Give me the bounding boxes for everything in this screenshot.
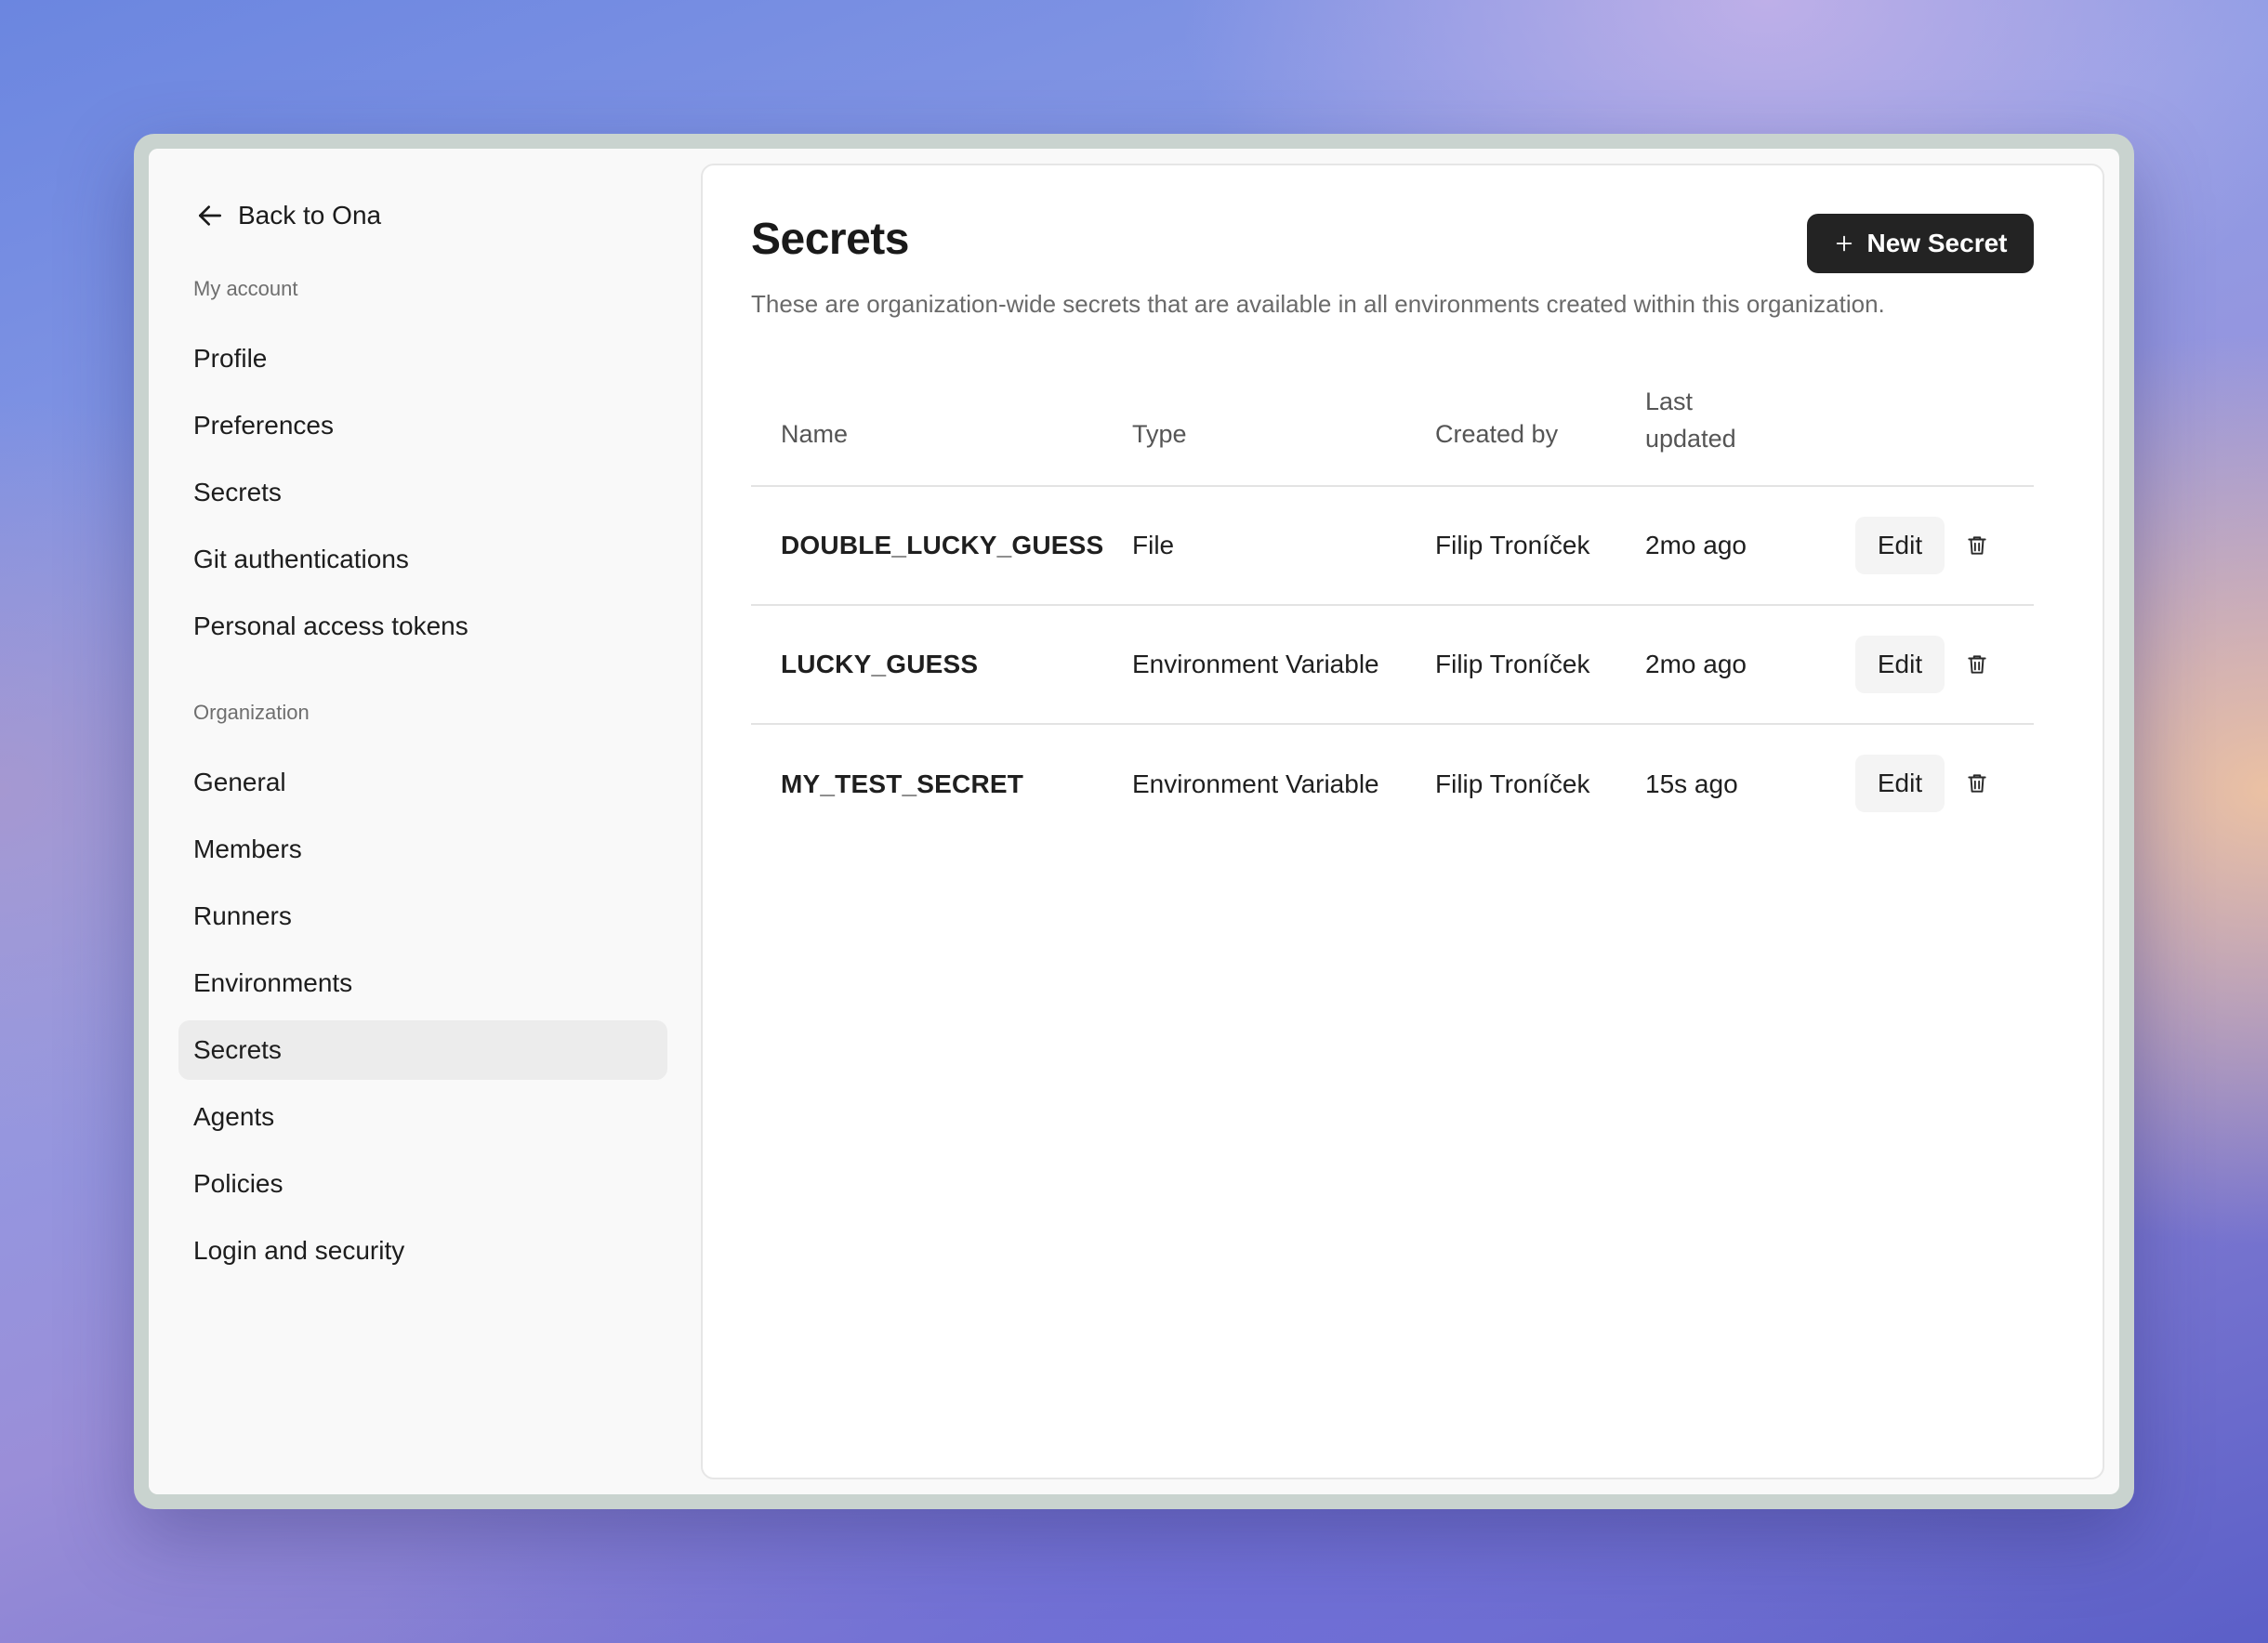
sidebar-item-runners[interactable]: Runners [178, 887, 667, 946]
window-frame: Back to Ona My account Profile Preferenc… [134, 134, 2134, 1509]
secret-created-by: Filip Troníček [1435, 769, 1590, 798]
delete-secret-button[interactable] [1959, 528, 1995, 563]
table-row: LUCKY_GUESS Environment Variable Filip T… [751, 606, 2034, 725]
trash-icon [1968, 774, 1986, 793]
trash-icon [1968, 655, 1986, 674]
sidebar-item-general[interactable]: General [178, 753, 667, 812]
sidebar-item-label: Personal access tokens [193, 611, 468, 640]
secret-last-updated: 15s ago [1645, 769, 1738, 798]
secret-created-by: Filip Troníček [1435, 650, 1590, 678]
sidebar-item-label: Preferences [193, 411, 334, 440]
settings-window: Back to Ona My account Profile Preferenc… [149, 149, 2119, 1494]
sidebar-item-members[interactable]: Members [178, 820, 667, 879]
page-title: Secrets [751, 215, 909, 264]
table-row: MY_TEST_SECRET Environment Variable Fili… [751, 725, 2034, 844]
secret-type: File [1132, 531, 1175, 559]
section-label-organization: Organization [193, 701, 310, 724]
sidebar-item-label: Environments [193, 968, 353, 997]
new-secret-button[interactable]: New Secret [1807, 214, 2034, 273]
back-to-ona-link[interactable]: Back to Ona [195, 197, 381, 234]
secrets-panel: Secrets New Secret These are organizatio… [701, 164, 2104, 1479]
sidebar-item-label: General [193, 768, 286, 796]
sidebar-item-label: Runners [193, 901, 292, 930]
sidebar: Back to Ona My account Profile Preferenc… [149, 149, 701, 1494]
column-header-last-updated: Last updated [1645, 383, 1736, 457]
section-label-my-account: My account [193, 277, 298, 300]
sidebar-item-environments[interactable]: Environments [178, 953, 667, 1013]
sidebar-item-label: Policies [193, 1169, 284, 1198]
table-row: DOUBLE_LUCKY_GUESS File Filip Troníček 2… [751, 487, 2034, 606]
sidebar-item-label: Agents [193, 1102, 275, 1131]
sidebar-item-label: Secrets [193, 478, 282, 506]
sidebar-item-git-authentications[interactable]: Git authentications [178, 530, 667, 589]
column-header-last-line: Last [1645, 388, 1694, 415]
sidebar-item-org-secrets[interactable]: Secrets [178, 1020, 667, 1080]
back-link-label: Back to Ona [238, 201, 382, 230]
secret-type: Environment Variable [1132, 769, 1379, 798]
sidebar-item-policies[interactable]: Policies [178, 1154, 667, 1214]
plus-icon [1836, 235, 1852, 252]
page-description: These are organization-wide secrets that… [751, 290, 1885, 318]
sidebar-item-account-secrets[interactable]: Secrets [178, 463, 667, 522]
table-header: Name Type Created by Last updated [751, 385, 2034, 487]
secret-type: Environment Variable [1132, 650, 1379, 678]
sidebar-item-label: Profile [193, 344, 268, 373]
secret-name: LUCKY_GUESS [781, 650, 979, 678]
secret-last-updated: 2mo ago [1645, 650, 1747, 678]
sidebar-item-label: Members [193, 835, 302, 863]
column-header-name: Name [781, 420, 849, 448]
sidebar-item-profile[interactable]: Profile [178, 329, 667, 388]
column-header-created-by: Created by [1435, 420, 1559, 448]
column-header-type: Type [1132, 420, 1187, 448]
edit-secret-button[interactable]: Edit [1855, 755, 1945, 812]
arrow-left-icon [199, 205, 221, 226]
secret-name: DOUBLE_LUCKY_GUESS [781, 531, 1104, 559]
secret-name: MY_TEST_SECRET [781, 769, 1024, 798]
secret-created-by: Filip Troníček [1435, 531, 1590, 559]
sidebar-item-preferences[interactable]: Preferences [178, 396, 667, 455]
sidebar-item-personal-access-tokens[interactable]: Personal access tokens [178, 597, 667, 656]
sidebar-item-login-and-security[interactable]: Login and security [178, 1221, 667, 1281]
new-secret-button-label: New Secret [1866, 229, 2008, 257]
secrets-table: Name Type Created by Last updated DOUBLE… [751, 385, 2034, 844]
edit-secret-button[interactable]: Edit [1855, 517, 1945, 574]
secret-last-updated: 2mo ago [1645, 531, 1747, 559]
delete-secret-button[interactable] [1959, 647, 1995, 682]
trash-icon [1968, 536, 1986, 555]
sidebar-item-label: Login and security [193, 1236, 405, 1265]
sidebar-item-agents[interactable]: Agents [178, 1087, 667, 1147]
column-header-updated-line: updated [1645, 425, 1736, 453]
sidebar-item-label: Secrets [193, 1035, 282, 1064]
delete-secret-button[interactable] [1959, 766, 1995, 801]
sidebar-item-label: Git authentications [193, 545, 409, 573]
edit-secret-button[interactable]: Edit [1855, 636, 1945, 693]
